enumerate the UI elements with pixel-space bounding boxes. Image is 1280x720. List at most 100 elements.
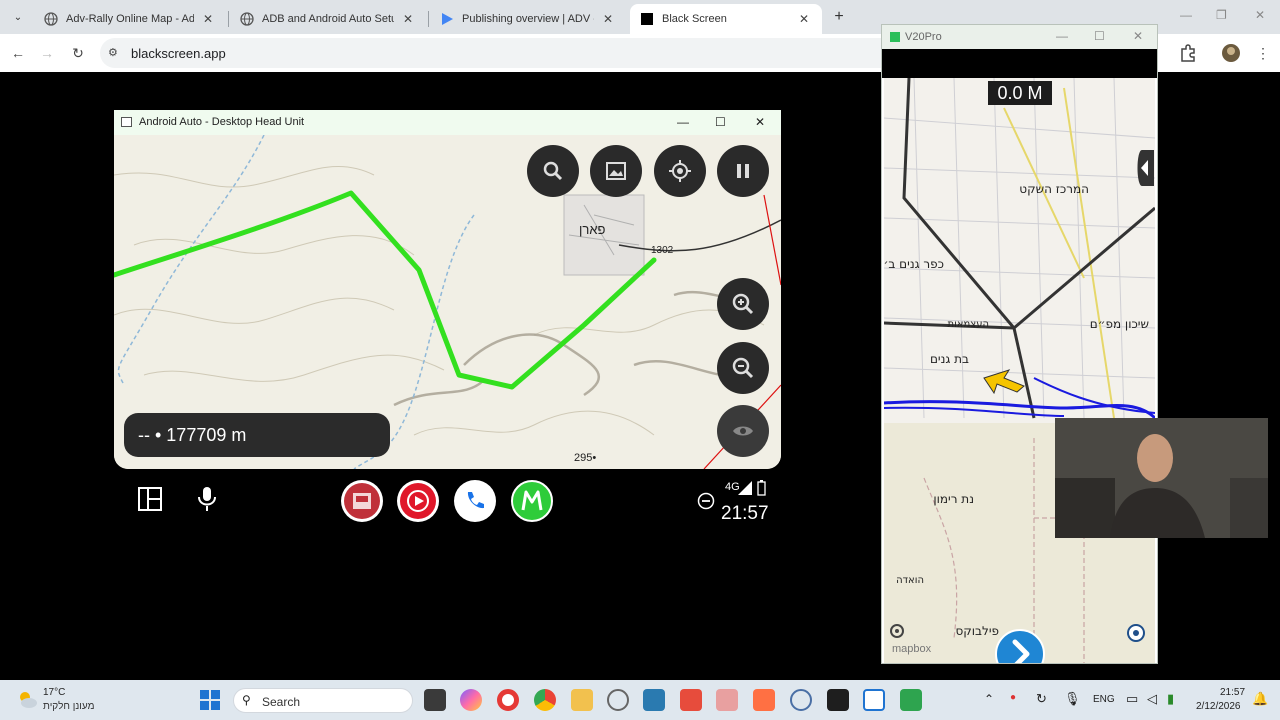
language-indicator[interactable]: ENG [1093, 694, 1115, 705]
launcher-grid-icon[interactable] [137, 486, 163, 512]
tab-publishing-overview[interactable]: Publishing overview | ADV - Ral ✕ [430, 4, 626, 34]
address-bar[interactable]: ⚙ blackscreen.app [100, 38, 900, 68]
snipping-tool-icon[interactable] [753, 689, 775, 711]
image-frame-icon [606, 162, 626, 180]
v20pro-window: V20Pro — ☐ ✕ המרכז השקט כפר גנים ב׳ שיכו… [881, 24, 1158, 664]
navigate-next-button[interactable] [994, 628, 1046, 663]
my-location-button[interactable] [654, 145, 706, 197]
menu-kebab-icon[interactable]: ⋮ [1254, 44, 1272, 62]
zoom-out-button[interactable] [717, 342, 769, 394]
maximize-icon[interactable]: ☐ [715, 115, 726, 129]
microphone-icon[interactable] [196, 485, 218, 513]
search-icon [543, 161, 563, 181]
tray-record-icon[interactable]: ● [1010, 692, 1016, 703]
notification-bell-icon[interactable]: 🔔 [1252, 691, 1268, 707]
terminal-icon[interactable] [827, 689, 849, 711]
site-info-icon[interactable]: ⚙ [108, 46, 118, 59]
tab-adb-setup[interactable]: ADB and Android Auto Setup ✕ [230, 4, 426, 34]
do-not-disturb-icon[interactable] [697, 492, 715, 510]
v20pro-taskbar-icon[interactable] [900, 689, 922, 711]
tab-title: Adv-Rally Online Map - Advent [66, 13, 194, 25]
minimize-icon[interactable]: — [1056, 29, 1068, 43]
forward-arrow-icon[interactable]: → [38, 44, 56, 62]
notes-app-icon[interactable] [680, 689, 702, 711]
webcam-overlay [1055, 418, 1268, 538]
app-window-icon [890, 32, 900, 42]
chrome-icon[interactable] [534, 689, 556, 711]
zoom-in-button[interactable] [717, 278, 769, 330]
dhu-titlebar: Android Auto - Desktop Head Unit — ☐ ✕ [114, 110, 781, 135]
close-icon[interactable]: ✕ [755, 115, 765, 129]
distance-text: -- • 177709 m [138, 425, 247, 445]
tab-search-icon[interactable]: ⌄ [8, 7, 28, 27]
windows-taskbar: 17°C מעונן חלקית ⚲ Search ⌃ ● ↻ 🎙 ENG ▭ … [0, 680, 1280, 720]
recenter-icon[interactable] [1126, 623, 1146, 643]
visibility-button[interactable] [717, 405, 769, 457]
taskbar-time[interactable]: 21:57 [1220, 687, 1245, 698]
battery-icon [757, 480, 766, 496]
maps-m-app-icon[interactable] [511, 480, 553, 522]
tab-close-icon[interactable]: ✕ [796, 12, 812, 26]
profile-avatar[interactable] [1221, 43, 1241, 63]
extensions-puzzle-icon[interactable] [1178, 43, 1198, 63]
settings-gear-icon[interactable] [887, 621, 907, 641]
zoom-in-icon [732, 293, 754, 315]
dhu-map[interactable]: פארן 1302 295• -- • 177709 m [114, 135, 781, 469]
tab-black-screen[interactable]: Black Screen ✕ [630, 4, 822, 34]
collapse-arrow-icon[interactable] [1136, 150, 1154, 186]
taskbar-search[interactable]: ⚲ Search [233, 688, 413, 713]
taskbar-date[interactable]: 2/12/2026 [1196, 701, 1241, 712]
search-icon: ⚲ [242, 693, 251, 707]
tray-mic-icon[interactable]: 🎙 [1064, 691, 1081, 707]
youtube-music-icon[interactable] [397, 480, 439, 522]
map-search-button[interactable] [527, 145, 579, 197]
image-editor-icon[interactable] [716, 689, 738, 711]
map-label: פילבוקס [955, 624, 999, 638]
tab-close-icon[interactable]: ✕ [400, 12, 416, 26]
minimize-icon[interactable]: — [1180, 8, 1192, 22]
copilot-icon[interactable] [460, 689, 482, 711]
file-explorer-icon[interactable] [571, 689, 593, 711]
close-icon[interactable]: ✕ [1255, 8, 1265, 22]
v20pro-titlebar: V20Pro — ☐ ✕ [882, 25, 1157, 49]
restore-icon[interactable]: ❐ [1216, 8, 1227, 22]
taskview-icon[interactable] [424, 689, 446, 711]
maximize-icon[interactable]: ☐ [1094, 29, 1105, 43]
close-icon[interactable]: ✕ [1133, 29, 1143, 43]
phone-map[interactable]: המרכז השקט כפר גנים ב׳ שיכון מפ״ם בת גני… [884, 78, 1155, 663]
map-layers-button[interactable] [590, 145, 642, 197]
back-arrow-icon[interactable]: ← [9, 44, 27, 62]
screen-recorder-icon[interactable] [497, 689, 519, 711]
reload-icon[interactable]: ↻ [69, 44, 87, 62]
tab-title: Publishing overview | ADV - Ral [462, 13, 594, 25]
tab-title: ADB and Android Auto Setup [262, 13, 394, 25]
tab-adv-rally-map[interactable]: Adv-Rally Online Map - Advent ✕ [34, 4, 226, 34]
tab-close-icon[interactable]: ✕ [200, 12, 216, 26]
adv-rally-app-icon[interactable] [341, 480, 383, 522]
black-square-icon [641, 13, 653, 25]
new-tab-button[interactable]: + [830, 8, 848, 26]
globe-icon [44, 12, 58, 26]
dhu-clock: 21:57 [721, 503, 769, 524]
show-hidden-icons[interactable]: ⌃ [984, 692, 994, 706]
map-label-road: 1302 [651, 245, 674, 256]
windows-start-icon[interactable] [200, 690, 220, 710]
distance-panel[interactable]: -- • 177709 m [124, 413, 390, 457]
phone-app-icon[interactable] [454, 480, 496, 522]
battery-icon[interactable]: ▮ [1167, 691, 1174, 707]
minimize-icon[interactable]: — [677, 115, 689, 129]
mapbox-attribution: mapbox [892, 643, 932, 655]
url-text: blackscreen.app [131, 46, 226, 61]
volume-icon[interactable]: ◁ [1147, 691, 1157, 707]
android-studio-icon[interactable] [790, 689, 812, 711]
pause-button[interactable] [717, 145, 769, 197]
map-label: בת גנים [930, 352, 969, 366]
scale-readout: 0.0 M [988, 81, 1052, 105]
dhu-taskbar-icon[interactable] [863, 689, 885, 711]
tab-close-icon[interactable]: ✕ [600, 12, 616, 26]
weather-partly-cloudy-icon[interactable] [16, 688, 38, 710]
photos-icon[interactable] [643, 689, 665, 711]
settings-app-icon[interactable] [607, 689, 629, 711]
tray-sync-icon[interactable]: ↻ [1036, 691, 1047, 707]
network-icon[interactable]: ▭ [1126, 691, 1138, 707]
